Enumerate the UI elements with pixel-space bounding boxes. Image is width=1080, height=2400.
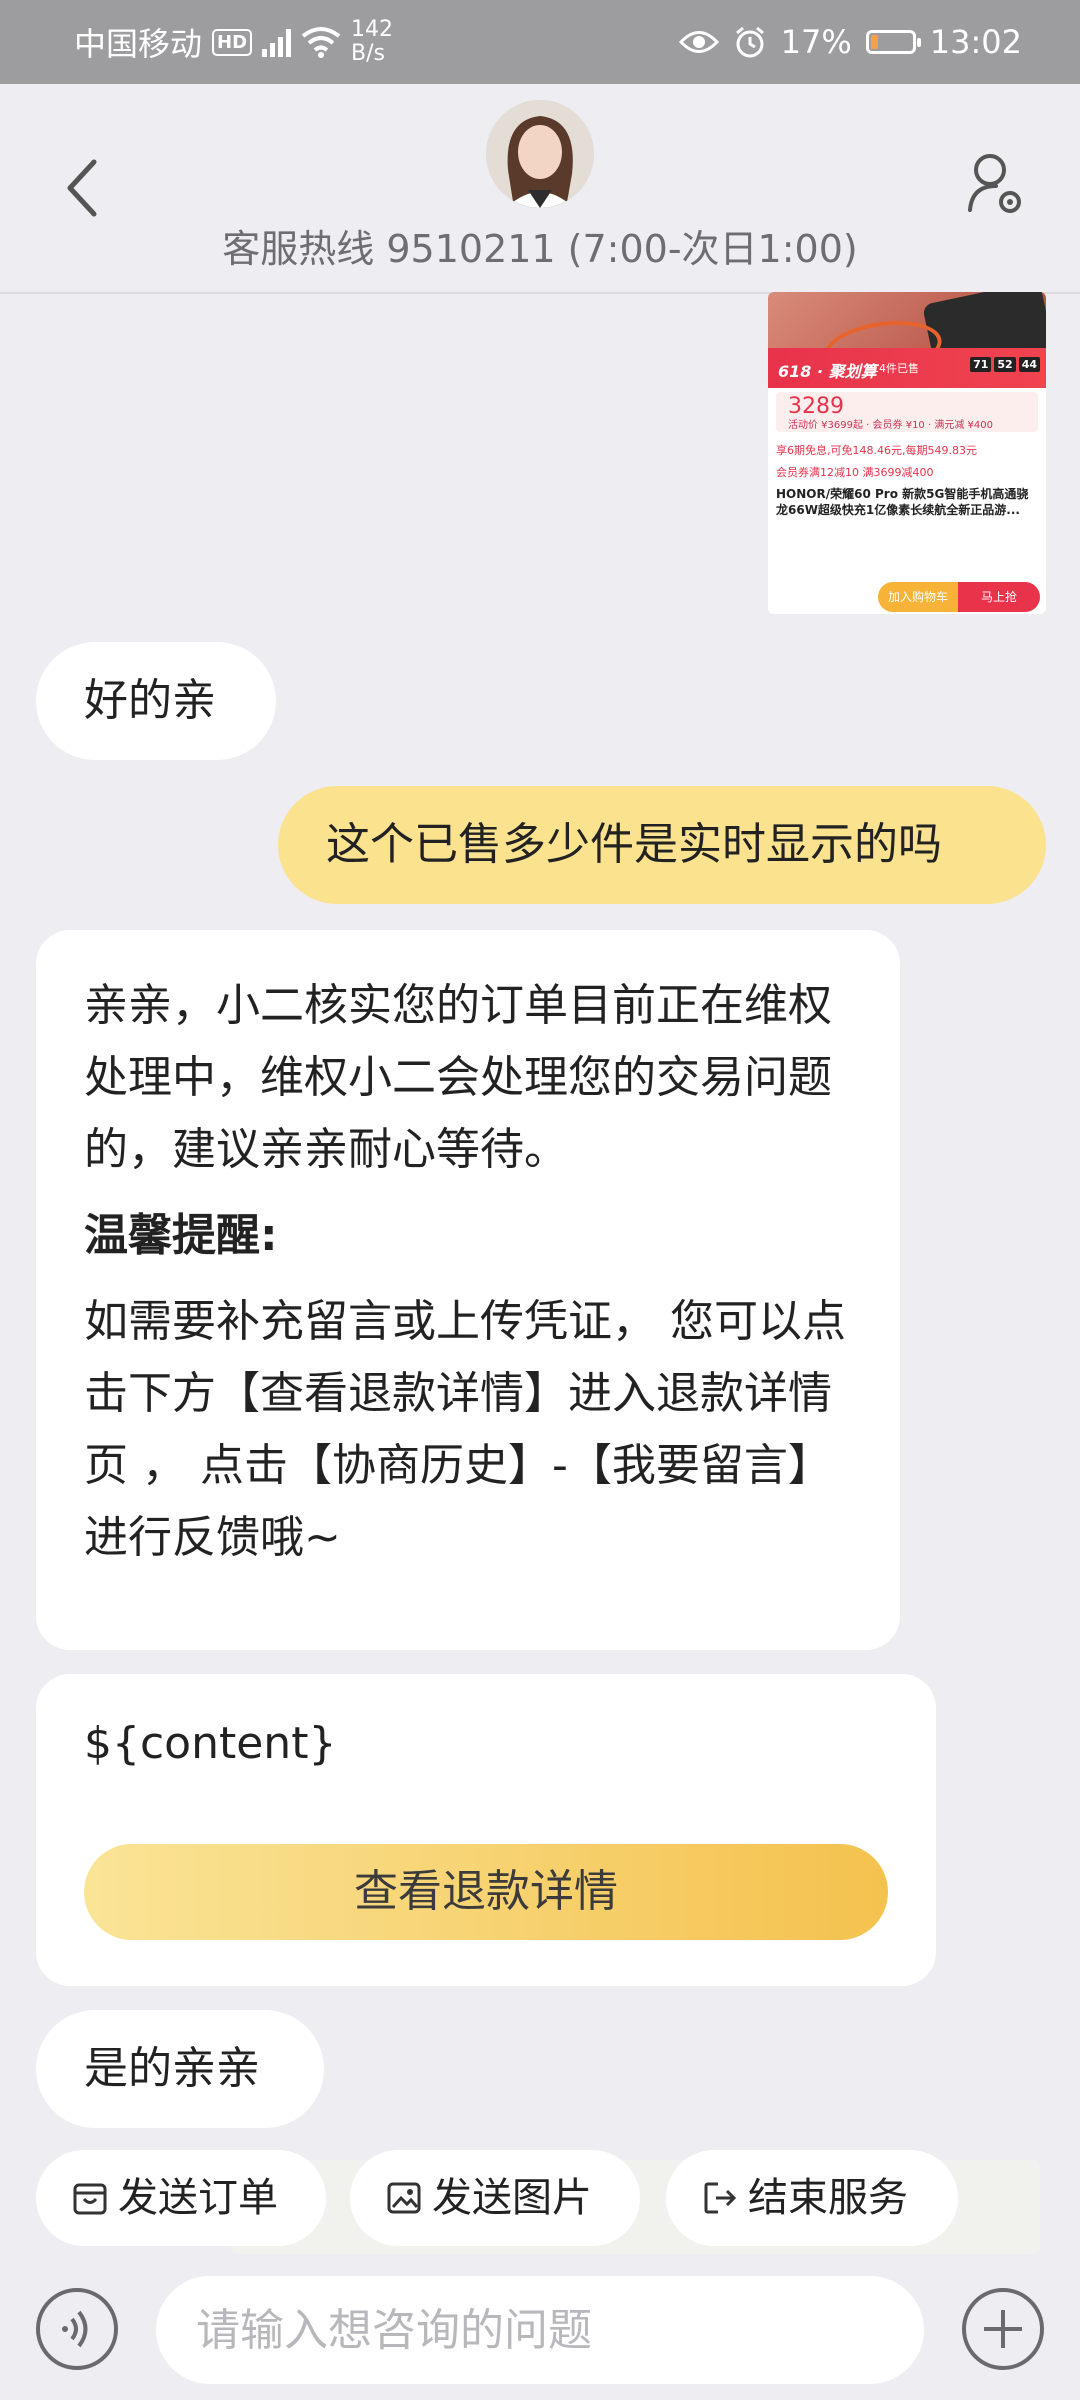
template-content-text: ${content} [84, 1718, 337, 1769]
signal-icon [262, 27, 292, 57]
agent-message-yes: 是的亲亲 [36, 2010, 324, 2128]
buy-now-button: 马上抢 [958, 582, 1040, 612]
order-icon [73, 2183, 107, 2215]
battery-icon [865, 30, 921, 54]
user-message: 这个已售多少件是实时显示的吗 [278, 786, 1046, 904]
alarm-icon [735, 26, 764, 58]
view-refund-details-button[interactable]: 查看退款详情 [84, 1844, 888, 1940]
message-input[interactable] [156, 2276, 924, 2384]
chat-header: 客服热线 9510211 (7:00-次日1:00) [0, 84, 1080, 294]
price-sub: 活动价 ¥3699起 · 会员券 ¥10 · 满元减 ¥400 [788, 420, 993, 431]
send-order-button[interactable]: 发送订单 [36, 2150, 326, 2246]
back-arrow-icon[interactable] [62, 158, 102, 218]
image-icon [387, 2182, 421, 2214]
product-card-image[interactable]: 618 · 聚划算 14件已售 71 52 44 3289 活动价 ¥3699起… [768, 292, 1046, 614]
wifi-icon [301, 27, 341, 58]
exit-icon [704, 2182, 737, 2214]
status-bar: 中国移动 HD 142 B/s 17% 13:02 [0, 0, 1080, 84]
add-cart-button: 加入购物车 [878, 582, 958, 612]
battery-percent: 17% [780, 23, 852, 61]
tip-heading: 温馨提醒: [84, 1210, 278, 1261]
product-title: HONOR/荣耀60 Pro 新款5G智能手机高通骁龙66W超级快充1亿像素长续… [776, 487, 1029, 517]
agent-avatar[interactable] [486, 100, 594, 208]
net-speed: 142 B/s [351, 17, 394, 66]
agent-message-paragraph: 如需要补充留言或上传凭证， 您可以点击下方【查看退款详情】进入退款详情页 ， 点… [84, 1296, 846, 1563]
product-details: 享6期免息,可免148.46元,每期549.83元 会员券满12减10 满369… [776, 442, 1038, 582]
hotline-text: 客服热线 9510211 (7:00-次日1:00) [222, 227, 858, 271]
carrier-label: 中国移动 [74, 25, 203, 63]
plus-icon[interactable] [962, 2288, 1044, 2370]
agent-message-long: 亲亲，小二核实您的订单目前正在维权处理中，维权小二会处理您的交易问题的，建议亲亲… [36, 930, 900, 1650]
product-actions: 加入购物车 马上抢 [768, 580, 1046, 614]
eye-icon [678, 31, 719, 53]
countdown: 71 52 44 [970, 357, 1040, 372]
send-image-button[interactable]: 发送图片 [350, 2150, 640, 2246]
promo-banner: 618 · 聚划算 14件已售 71 52 44 [768, 348, 1046, 388]
price-box: 3289 活动价 ¥3699起 · 会员券 ¥10 · 满元减 ¥400 [776, 392, 1038, 432]
end-service-button[interactable]: 结束服务 [666, 2150, 958, 2246]
agent-message-ok: 好的亲 [36, 642, 276, 760]
input-bar [0, 2264, 1080, 2400]
voice-input-button[interactable] [36, 2288, 118, 2370]
agent-portrait-icon [486, 100, 594, 208]
agent-message-paragraph: 亲亲，小二核实您的订单目前正在维权处理中，维权小二会处理您的交易问题的，建议亲亲… [84, 980, 832, 1175]
voice-icon [62, 2310, 88, 2348]
clock: 13:02 [929, 23, 1022, 61]
user-settings-icon[interactable] [966, 150, 1026, 220]
refund-card: ${content} 查看退款详情 [36, 1674, 936, 1986]
product-photo [768, 292, 1046, 382]
hd-icon: HD [212, 28, 253, 56]
